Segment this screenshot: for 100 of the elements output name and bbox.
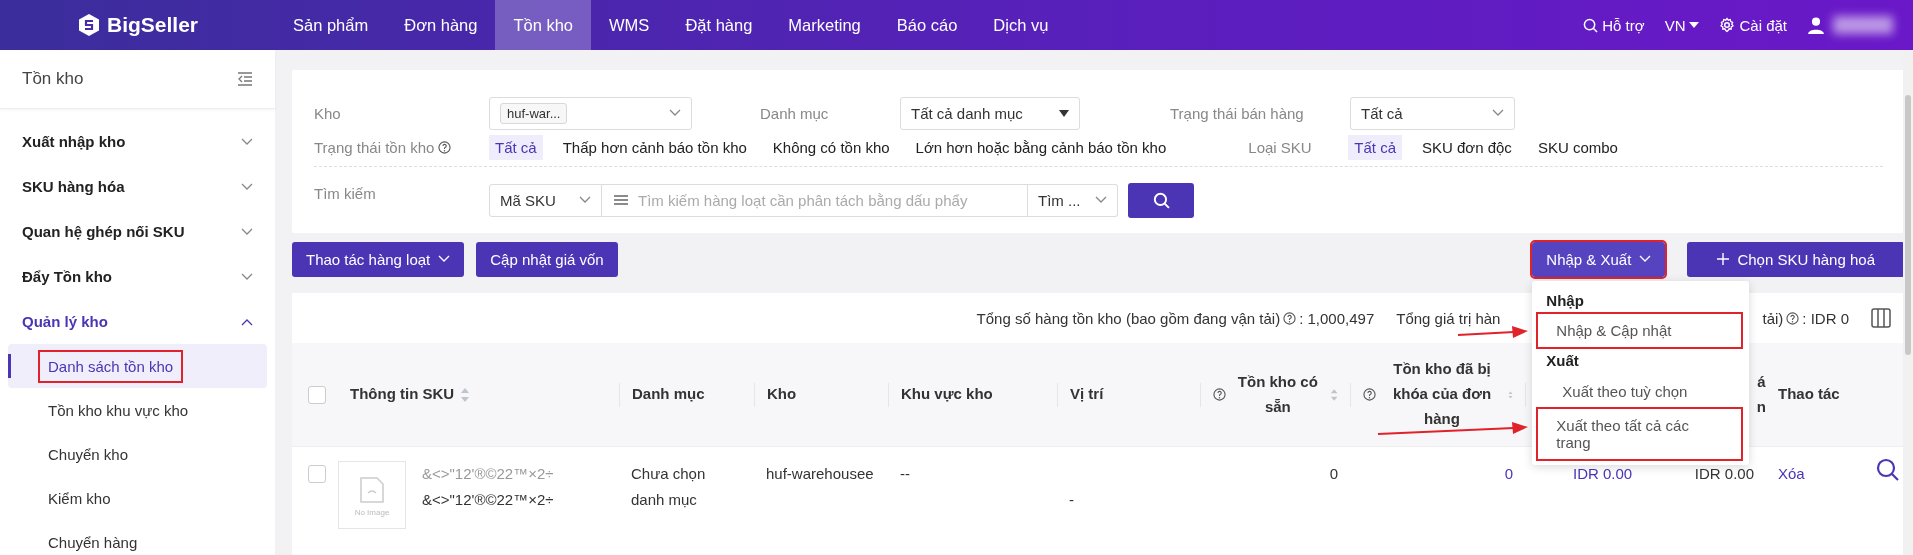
chevron-down-icon <box>241 137 253 146</box>
filter-option[interactable]: SKU đơn độc <box>1416 134 1518 160</box>
menu-section-title: Nhập <box>1545 290 1585 311</box>
warehouse-select[interactable]: huf-war... <box>489 96 692 130</box>
sidebar-group[interactable]: SKU hàng hóa <box>0 164 275 209</box>
support-link[interactable]: Hỗ trợ <box>1583 16 1645 34</box>
filter-option[interactable]: Tất cả <box>489 134 543 160</box>
caret-icon <box>1689 22 1700 28</box>
help-icon <box>1283 311 1297 325</box>
nav-tab[interactable]: Tồn kho <box>495 0 592 50</box>
column-header: Tồn kho đã bị khóa của đơn hàng <box>1391 359 1493 429</box>
sidebar-item[interactable]: Chuyển hàng <box>8 520 267 555</box>
column-header: Thao tác <box>1778 384 1840 405</box>
filter-option[interactable]: Lớn hơn hoặc bằng cảnh báo tồn kho <box>909 134 1173 160</box>
list-icon <box>614 194 628 206</box>
language-select[interactable]: VN <box>1664 16 1700 34</box>
search-button[interactable] <box>1128 182 1194 218</box>
import-export-button[interactable]: Nhập & Xuất <box>1532 241 1666 277</box>
filter-label: Kho <box>314 104 342 122</box>
logo[interactable]: BigSeller <box>0 0 275 50</box>
nav-tab[interactable]: Đặt hàng <box>667 0 771 50</box>
table-cell: -- <box>900 465 910 482</box>
no-image-text: No Image <box>354 508 390 517</box>
sort-icon[interactable] <box>460 386 471 403</box>
sidebar-group[interactable]: Xuất nhập kho <box>0 119 275 164</box>
value-link[interactable]: IDR 0.00 <box>1573 465 1633 482</box>
menu-item[interactable]: Xuất theo tất cả các trang <box>1538 408 1742 459</box>
column-header: á n <box>1756 371 1766 417</box>
filter-option[interactable]: SKU combo <box>1531 134 1624 160</box>
logo-text: BigSeller <box>106 13 198 37</box>
user-icon[interactable] <box>1807 16 1825 34</box>
menu-item[interactable]: Nhập & Cập nhật <box>1538 313 1742 347</box>
select-sku-button[interactable]: Chọn SKU hàng hoá <box>1687 241 1905 277</box>
column-header: Tồn kho có sẵn <box>1236 371 1319 417</box>
menu-section-title: Xuất <box>1545 350 1580 371</box>
sidebar-group[interactable]: Quan hệ ghép nối SKU <box>0 209 275 254</box>
filter-label: Trạng thái bán hàng <box>1170 104 1305 122</box>
nav-tab[interactable]: WMS <box>591 0 668 50</box>
checkbox[interactable] <box>308 385 326 404</box>
filter-label: Trạng thái tồn kho <box>314 138 489 156</box>
redacted-name <box>1833 16 1893 34</box>
checkbox[interactable] <box>308 465 326 483</box>
sidebar-group[interactable]: Quản lý kho <box>0 299 275 344</box>
search-icon <box>1152 191 1170 209</box>
table-cell: huf-warehousee <box>766 465 874 482</box>
scrollbar-thumb[interactable] <box>1905 95 1911 355</box>
delete-link[interactable]: Xóa <box>1778 465 1805 482</box>
search-field-select[interactable]: Mã SKU <box>489 183 602 217</box>
column-header: Kho <box>767 384 797 405</box>
help-icon <box>1786 311 1800 325</box>
bulk-actions-button[interactable]: Thao tác hàng loạt <box>292 241 465 277</box>
sidebar-item[interactable]: Tồn kho khu vực kho <box>8 388 267 432</box>
search-mode-select[interactable]: Tìm ... <box>1028 183 1118 217</box>
search-icon[interactable] <box>1876 458 1900 482</box>
nav-tab[interactable]: Dịch vụ <box>975 0 1067 50</box>
chevron-down-icon <box>1095 196 1107 204</box>
filter-label: Loại SKU <box>1248 138 1313 156</box>
chevron-down-icon <box>241 182 253 191</box>
chevron-down-icon <box>241 227 253 236</box>
table-cell: IDR 0.00 <box>1694 465 1754 482</box>
update-cost-button[interactable]: Cập nhật giá vốn <box>476 241 618 277</box>
filter-label: Danh mục <box>760 104 830 122</box>
sku-name: &<>"12'®©22™×2÷ <box>422 464 554 484</box>
chevron-down-icon <box>438 255 451 263</box>
search-icon <box>1583 17 1599 33</box>
nav-tab[interactable]: Marketing <box>770 0 879 50</box>
filter-option[interactable]: Thấp hơn cảnh báo tồn kho <box>556 134 753 160</box>
locked-link[interactable]: 0 <box>1504 465 1513 482</box>
category-select[interactable]: Tất cả danh mục <box>900 96 1080 130</box>
sidebar-item[interactable]: Kiểm kho <box>8 476 267 520</box>
column-header: Vị trí <box>1070 384 1104 405</box>
menu-item[interactable]: Xuất theo tuỳ chọn <box>1538 373 1742 409</box>
nav-tab[interactable]: Báo cáo <box>878 0 976 50</box>
stat-text: tải) : IDR 0 <box>1762 309 1849 327</box>
sidebar-item[interactable]: Danh sách tồn kho <box>8 344 267 388</box>
sidebar-group[interactable]: Đẩy Tồn kho <box>0 254 275 299</box>
chevron-down-icon <box>669 109 681 117</box>
columns-icon[interactable] <box>1871 308 1891 328</box>
nav-tab[interactable]: Đơn hàng <box>386 0 496 50</box>
collapse-icon[interactable] <box>237 72 253 86</box>
chevron-up-icon <box>241 317 253 326</box>
chevron-down-icon <box>1639 255 1652 263</box>
settings-link[interactable]: Cài đặt <box>1719 16 1787 34</box>
nav-tab[interactable]: Sản phẩm <box>275 0 387 50</box>
sale-status-select[interactable]: Tất cả <box>1350 96 1515 130</box>
settings-icon <box>1719 17 1736 33</box>
table-cell: 0 <box>1329 465 1338 482</box>
chevron-down-icon <box>241 272 253 281</box>
column-header: Danh mục <box>632 384 705 405</box>
column-header: Thông tin SKU <box>350 384 455 405</box>
filter-label: Tìm kiếm <box>314 184 377 202</box>
help-icon <box>438 140 452 154</box>
stat-text: Tổng giá trị hàn <box>1396 309 1501 327</box>
filter-option[interactable]: Không có tồn kho <box>766 134 896 160</box>
sku-code: &<>"12'®©22™×2÷ <box>422 489 554 510</box>
sidebar-item[interactable]: Chuyển kho <box>8 432 267 476</box>
logo-icon <box>76 13 101 37</box>
table-cell: Chưa chọn danh mục <box>631 465 706 508</box>
filter-option[interactable]: Tất cả <box>1348 134 1402 160</box>
sidebar-title: Tồn kho <box>22 69 84 89</box>
